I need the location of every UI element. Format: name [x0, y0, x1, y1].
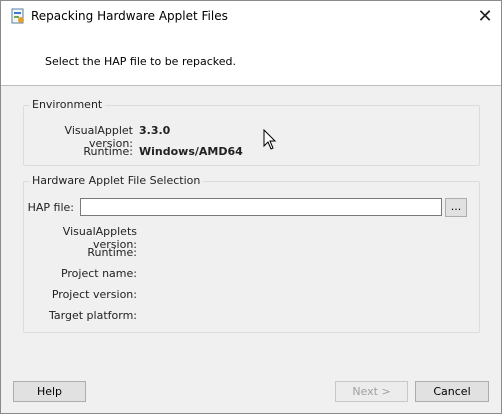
instruction-text: Select the HAP file to be repacked. — [45, 55, 236, 68]
title-bar[interactable]: Repacking Hardware Applet Files ✕ — [1, 1, 501, 32]
hap-project-name-label: Project name: — [60, 267, 137, 280]
help-button[interactable]: Help — [13, 381, 86, 402]
hap-selection-group-title: Hardware Applet File Selection — [29, 174, 204, 187]
hap-project-version-label: Project version: — [51, 288, 137, 301]
mouse-cursor-icon — [263, 129, 277, 150]
close-icon: ✕ — [477, 6, 493, 27]
visualapplet-version-value: 3.3.0 — [139, 124, 171, 137]
runtime-value: Windows/AMD64 — [139, 145, 243, 158]
runtime-label: Runtime: — [83, 145, 133, 158]
hap-target-platform-label: Target platform: — [49, 309, 137, 322]
header-panel: Select the HAP file to be repacked. — [1, 32, 501, 86]
next-button[interactable]: Next > — [335, 381, 408, 402]
hap-file-input[interactable] — [80, 198, 442, 216]
environment-group-title: Environment — [29, 98, 106, 111]
cancel-button[interactable]: Cancel — [415, 381, 489, 402]
repacking-dialog: Repacking Hardware Applet Files ✕ Select… — [0, 0, 502, 414]
app-icon — [11, 8, 24, 24]
window-title: Repacking Hardware Applet Files — [31, 9, 228, 23]
hap-runtime-label: Runtime: — [87, 246, 137, 259]
close-button[interactable]: ✕ — [469, 1, 501, 32]
browse-button[interactable]: ... — [445, 198, 467, 217]
hap-file-label: HAP file: — [27, 201, 74, 214]
